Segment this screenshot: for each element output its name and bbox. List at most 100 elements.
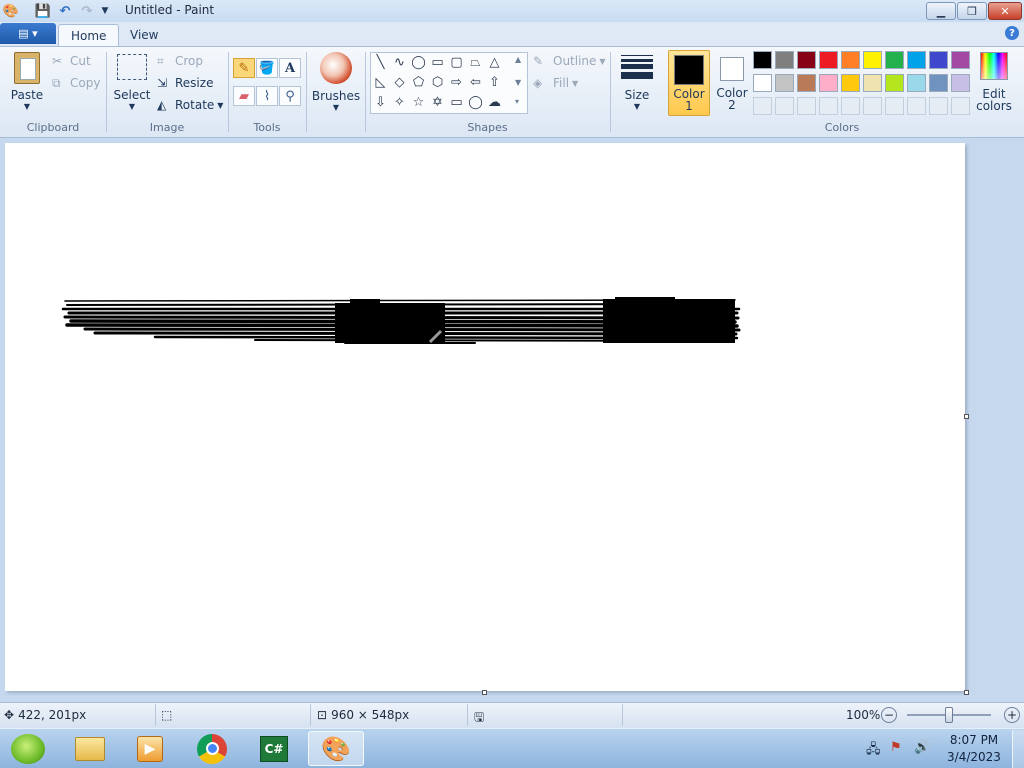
task-csharp[interactable]: C# bbox=[246, 731, 302, 766]
four-point-star-shape-icon[interactable]: ✧ bbox=[390, 93, 409, 112]
edit-colors-button[interactable]: Edit colors bbox=[976, 52, 1012, 112]
custom-color-slot[interactable] bbox=[929, 97, 948, 115]
five-point-star-shape-icon[interactable]: ☆ bbox=[409, 93, 428, 112]
select-button[interactable]: Select ▼ bbox=[112, 54, 152, 111]
paint-app-icon[interactable]: 🎨 bbox=[2, 2, 20, 20]
color-swatch[interactable] bbox=[907, 51, 926, 69]
tab-home[interactable]: Home bbox=[58, 24, 120, 46]
cloud-callout-shape-icon[interactable]: ☁ bbox=[485, 93, 504, 112]
color-swatch[interactable] bbox=[819, 51, 838, 69]
hexagon-shape-icon[interactable]: ⬡ bbox=[428, 73, 447, 92]
shapes-scroll-up-icon[interactable]: ▲ bbox=[515, 55, 521, 64]
rectangle-shape-icon[interactable]: ▭ bbox=[428, 53, 447, 72]
curve-shape-icon[interactable]: ∿ bbox=[390, 53, 409, 72]
color-swatch[interactable] bbox=[753, 74, 772, 92]
rounded-callout-shape-icon[interactable]: ▭ bbox=[447, 93, 466, 112]
canvas-resize-handle-bottom[interactable] bbox=[482, 690, 487, 695]
crop-button[interactable]: ⌗ Crop bbox=[157, 51, 203, 71]
custom-color-slot[interactable] bbox=[753, 97, 772, 115]
triangle-shape-icon[interactable]: △ bbox=[485, 53, 504, 72]
custom-color-slot[interactable] bbox=[775, 97, 794, 115]
color-swatch[interactable] bbox=[885, 74, 904, 92]
start-button[interactable] bbox=[0, 731, 56, 766]
canvas-resize-handle-right[interactable] bbox=[964, 414, 969, 419]
color-swatch[interactable] bbox=[863, 51, 882, 69]
shapes-scroll-down-icon[interactable]: ▼ bbox=[515, 78, 521, 87]
up-arrow-shape-icon[interactable]: ⇧ bbox=[485, 73, 504, 92]
color-swatch[interactable] bbox=[819, 74, 838, 92]
color-swatch[interactable] bbox=[797, 74, 816, 92]
zoom-slider-thumb[interactable] bbox=[945, 707, 953, 723]
rounded-rectangle-shape-icon[interactable]: ▢ bbox=[447, 53, 466, 72]
task-media-player[interactable]: ▶ bbox=[122, 731, 178, 766]
network-icon[interactable]: 🖧 bbox=[866, 740, 881, 762]
volume-icon[interactable]: 🔊 bbox=[914, 740, 930, 755]
text-tool-icon[interactable]: A bbox=[279, 58, 301, 78]
color-swatch[interactable] bbox=[951, 51, 970, 69]
paint-menu-button[interactable]: ▤ ▾ bbox=[0, 23, 56, 44]
color-swatch[interactable] bbox=[775, 51, 794, 69]
task-explorer[interactable] bbox=[62, 731, 118, 766]
rotate-button[interactable]: ◭ Rotate ▼ bbox=[157, 95, 223, 115]
task-chrome[interactable] bbox=[184, 731, 240, 766]
custom-color-slot[interactable] bbox=[951, 97, 970, 115]
pencil-icon[interactable]: ✎ bbox=[233, 58, 255, 78]
canvas-resize-handle-corner[interactable] bbox=[964, 690, 969, 695]
outline-button[interactable]: ✎ Outline ▼ bbox=[533, 51, 606, 71]
brushes-button[interactable]: Brushes ▼ bbox=[312, 52, 360, 112]
shapes-expand-icon[interactable]: ▾ bbox=[515, 97, 519, 106]
magnifier-icon[interactable]: ⚲ bbox=[279, 86, 301, 106]
color-swatch[interactable] bbox=[863, 74, 882, 92]
tab-view[interactable]: View bbox=[118, 24, 170, 46]
cut-button[interactable]: ✂ Cut bbox=[52, 51, 91, 71]
zoom-out-button[interactable]: − bbox=[881, 707, 897, 723]
help-icon[interactable]: ? bbox=[1005, 26, 1019, 40]
right-triangle-shape-icon[interactable]: ◺ bbox=[371, 73, 390, 92]
color-swatch[interactable] bbox=[841, 51, 860, 69]
task-paint[interactable]: 🎨 bbox=[308, 731, 364, 766]
eraser-icon[interactable]: ▰ bbox=[233, 86, 255, 106]
drawing-canvas[interactable] bbox=[5, 143, 965, 691]
show-desktop-button[interactable] bbox=[1012, 730, 1024, 768]
paste-button[interactable]: Paste ▼ bbox=[8, 52, 46, 111]
oval-callout-shape-icon[interactable]: ◯ bbox=[466, 93, 485, 112]
resize-button[interactable]: ⇲ Resize bbox=[157, 73, 213, 93]
custom-color-slot[interactable] bbox=[841, 97, 860, 115]
undo-icon[interactable]: ↶ bbox=[56, 2, 74, 20]
custom-color-slot[interactable] bbox=[819, 97, 838, 115]
color-swatch[interactable] bbox=[907, 74, 926, 92]
pentagon-shape-icon[interactable]: ⬠ bbox=[409, 73, 428, 92]
minimize-button[interactable]: ▁ bbox=[926, 2, 956, 20]
diamond-shape-icon[interactable]: ◇ bbox=[390, 73, 409, 92]
action-center-flag-icon[interactable]: ⚑ bbox=[890, 740, 902, 755]
clock[interactable]: 8:07 PM 3/4/2023 bbox=[944, 733, 1004, 764]
zoom-in-button[interactable]: + bbox=[1004, 707, 1020, 723]
color-swatch[interactable] bbox=[797, 51, 816, 69]
color-swatch[interactable] bbox=[929, 51, 948, 69]
color-swatch[interactable] bbox=[775, 74, 794, 92]
color-swatch[interactable] bbox=[929, 74, 948, 92]
six-point-star-shape-icon[interactable]: ✡ bbox=[428, 93, 447, 112]
left-arrow-shape-icon[interactable]: ⇦ bbox=[466, 73, 485, 92]
color-picker-icon[interactable]: ⌇ bbox=[256, 86, 278, 106]
custom-color-slot[interactable] bbox=[797, 97, 816, 115]
custom-color-slot[interactable] bbox=[863, 97, 882, 115]
customize-qat-icon[interactable]: ▼ bbox=[96, 2, 114, 20]
copy-button[interactable]: ⧉ Copy bbox=[52, 73, 100, 93]
color-swatch[interactable] bbox=[885, 51, 904, 69]
custom-color-slot[interactable] bbox=[885, 97, 904, 115]
right-arrow-shape-icon[interactable]: ⇨ bbox=[447, 73, 466, 92]
maximize-button[interactable]: ❐ bbox=[957, 2, 987, 20]
size-button[interactable]: Size ▼ bbox=[616, 54, 658, 111]
color-swatch[interactable] bbox=[841, 74, 860, 92]
color-swatch[interactable] bbox=[951, 74, 970, 92]
save-icon[interactable]: 💾 bbox=[34, 2, 52, 20]
color-swatch[interactable] bbox=[753, 51, 772, 69]
custom-color-slot[interactable] bbox=[907, 97, 926, 115]
polygon-shape-icon[interactable]: ⏢ bbox=[466, 53, 485, 72]
redo-icon[interactable]: ↷ bbox=[78, 2, 96, 20]
fill-bucket-icon[interactable]: 🪣 bbox=[256, 58, 278, 78]
down-arrow-shape-icon[interactable]: ⇩ bbox=[371, 93, 390, 112]
fill-button[interactable]: ◈ Fill ▼ bbox=[533, 73, 578, 93]
color2-button[interactable]: Color 2 bbox=[712, 50, 752, 116]
